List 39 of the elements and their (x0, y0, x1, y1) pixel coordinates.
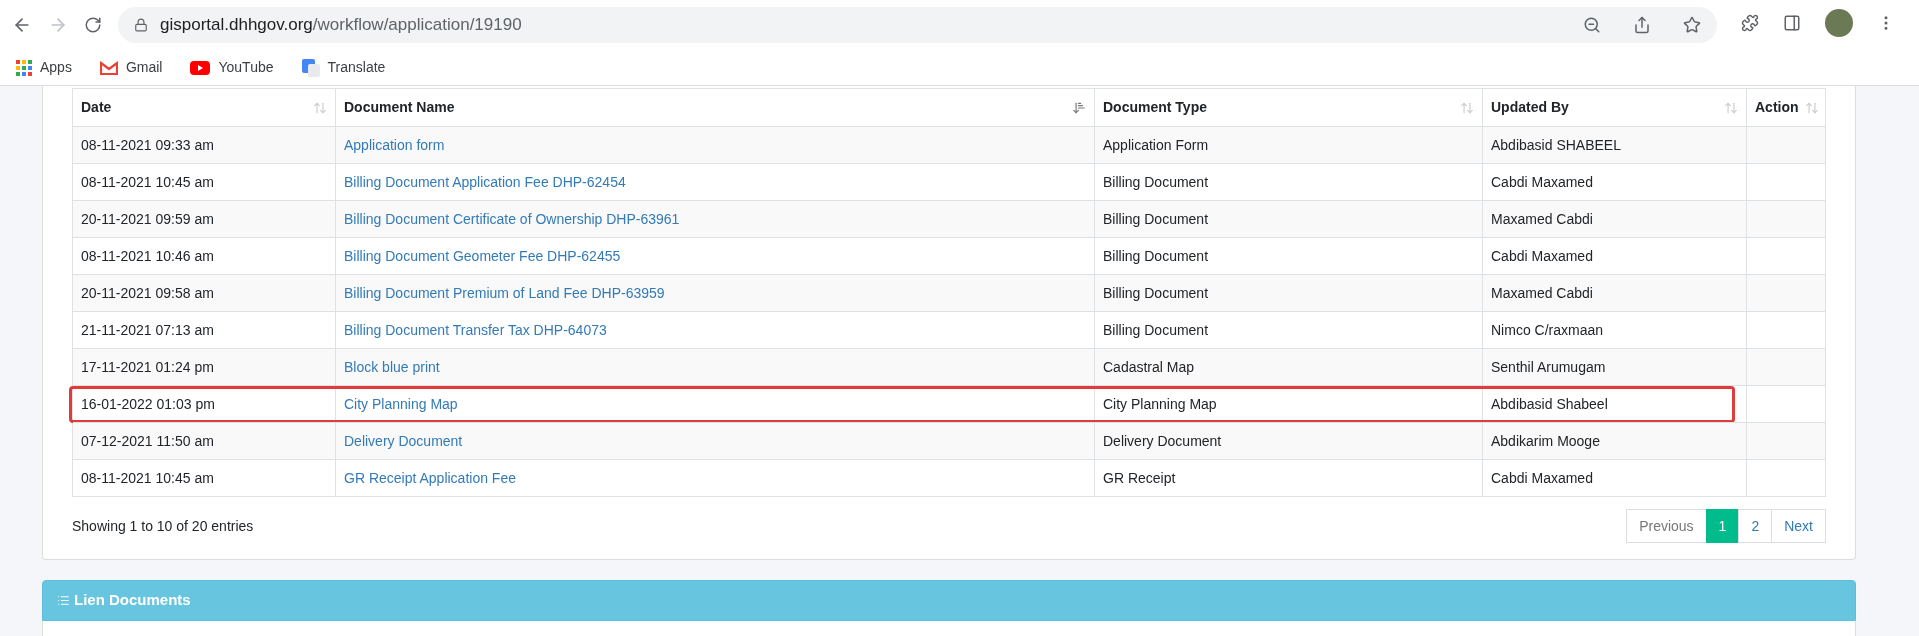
previous-button[interactable]: Previous (1626, 509, 1707, 543)
mail-icon (99, 60, 118, 75)
bookmark-link[interactable]: Gmail (125, 57, 163, 78)
document-link[interactable]: Billing Document Premium of Land Fee DHP-63959 (344, 282, 665, 304)
lock-icon (134, 18, 148, 32)
page-button[interactable]: 1 (1705, 509, 1740, 543)
document-link[interactable]: Billing Document Application Fee DHP-62454 (344, 171, 626, 193)
document-link[interactable]: Billing Document Transfer Tax DHP-64073 (344, 319, 607, 341)
bookmark-link[interactable]: Apps (40, 57, 72, 78)
address-bar[interactable]: gisportal.dhhgov.org/workflow/application/19190 (118, 7, 1717, 43)
translate-icon (301, 58, 320, 77)
url-text: gisportal.dhhgov.org/workflow/application/19190 (160, 14, 522, 37)
document-link[interactable]: City Planning Map (344, 393, 458, 415)
document-link[interactable]: Billing Document Certificate of Ownership DHP-63961 (344, 208, 680, 230)
panel-title: Lien Documents (74, 590, 191, 611)
date-cell: 08-11-2021 10:45 am (73, 460, 336, 496)
document-link[interactable]: Billing Document Geometer Fee DHP-62455 (344, 245, 621, 267)
side-panel-icon[interactable] (1783, 14, 1801, 32)
document-link[interactable]: Application form (344, 134, 445, 156)
zoom-out-icon[interactable] (1583, 16, 1601, 34)
share-icon[interactable] (1633, 16, 1651, 34)
document-link[interactable]: Delivery Document (344, 430, 463, 452)
next-button[interactable]: Next (1771, 509, 1826, 543)
bookmark-link[interactable]: Translate (327, 57, 386, 78)
star-icon[interactable] (1683, 16, 1701, 34)
page-button[interactable]: 2 (1738, 509, 1773, 543)
play-icon (190, 60, 211, 75)
document-link[interactable]: GR Receipt Application Fee (344, 467, 516, 489)
extensions-icon[interactable] (1741, 14, 1759, 32)
document-link[interactable]: Block blue print (344, 356, 440, 378)
updated-by-cell: Cabdi Maxamed (1483, 460, 1747, 496)
reload-icon[interactable] (84, 16, 102, 34)
list-icon (57, 594, 70, 607)
bookmark-link[interactable]: YouTube (218, 57, 274, 78)
sort-ascending-icon[interactable] (1072, 100, 1086, 115)
entries-info: Showing 1 to 10 of 20 entries (72, 516, 254, 536)
apps-grid-icon (16, 59, 32, 76)
type-cell: GR Receipt (1095, 460, 1483, 496)
column-header[interactable]: Action (1747, 89, 1827, 126)
